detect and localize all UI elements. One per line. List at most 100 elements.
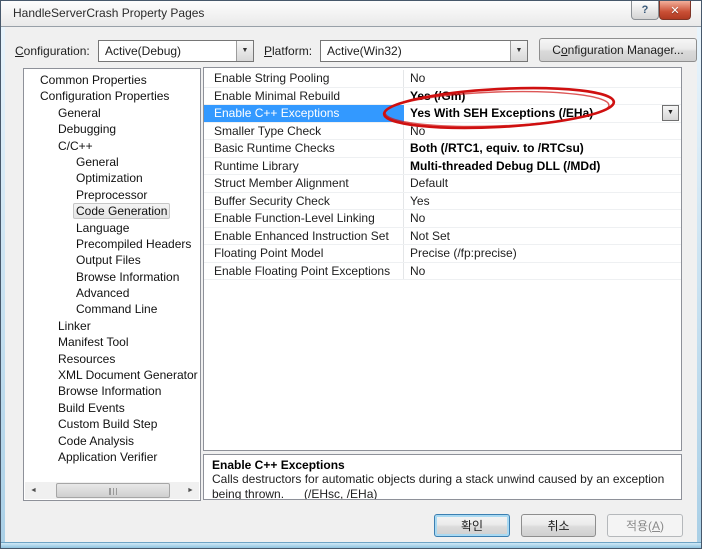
- platform-dropdown[interactable]: Active(Win32) ▼: [320, 40, 528, 62]
- property-value-text: Default: [410, 176, 448, 190]
- property-value[interactable]: Not Set: [404, 228, 681, 245]
- property-row[interactable]: Enable String PoolingNo: [204, 70, 681, 88]
- property-value[interactable]: No: [404, 263, 681, 280]
- apply-button[interactable]: 적용(A): [607, 514, 683, 537]
- property-value[interactable]: No: [404, 210, 681, 227]
- tree-item[interactable]: XML Document Generator: [24, 367, 200, 383]
- scroll-left-icon[interactable]: ◄: [25, 482, 42, 499]
- tree-item[interactable]: Custom Build Step: [24, 416, 200, 432]
- property-value-text: Yes With SEH Exceptions (/EHa): [410, 106, 593, 120]
- scrollbar-thumb[interactable]: [56, 483, 170, 498]
- cancel-button[interactable]: 취소: [521, 514, 596, 537]
- property-value[interactable]: No: [404, 70, 681, 87]
- tree-item[interactable]: Build Events: [24, 400, 200, 416]
- property-row[interactable]: Enable C++ ExceptionsYes With SEH Except…: [204, 105, 681, 123]
- tree-item[interactable]: General: [24, 154, 200, 170]
- value-dropdown-button[interactable]: ▼: [662, 105, 679, 121]
- property-value-text: Not Set: [410, 229, 450, 243]
- close-button[interactable]: ✕: [659, 1, 691, 20]
- ok-button[interactable]: 확인: [434, 514, 510, 537]
- configuration-dropdown[interactable]: Active(Debug) ▼: [98, 40, 254, 62]
- tree-item-label: Application Verifier: [58, 450, 157, 464]
- property-value[interactable]: Precise (/fp:precise): [404, 245, 681, 262]
- property-row[interactable]: Enable Floating Point Exceptions No: [204, 263, 681, 281]
- configuration-dropdown-value: Active(Debug): [105, 44, 181, 58]
- property-value-text: No: [410, 264, 425, 278]
- tree-item-label: C/C++: [58, 139, 93, 153]
- tree-item-label: Configuration Properties: [40, 89, 169, 103]
- property-name[interactable]: Smaller Type Check: [204, 123, 404, 140]
- property-row[interactable]: Enable Function-Level Linking No: [204, 210, 681, 228]
- property-row[interactable]: Basic Runtime ChecksBoth (/RTC1, equiv. …: [204, 140, 681, 158]
- property-name[interactable]: Enable Function-Level Linking: [204, 210, 404, 227]
- tree-item[interactable]: Output Files: [24, 252, 200, 268]
- property-name[interactable]: Basic Runtime Checks: [204, 140, 404, 157]
- tree-item[interactable]: C/C++: [24, 138, 200, 154]
- property-name[interactable]: Struct Member Alignment: [204, 175, 404, 192]
- title-bar[interactable]: HandleServerCrash Property Pages ? ✕: [1, 1, 701, 27]
- tree-item[interactable]: Common Properties: [24, 72, 200, 88]
- tree-item[interactable]: Code Generation: [24, 203, 200, 219]
- property-value[interactable]: Yes With SEH Exceptions (/EHa) ▼: [404, 105, 681, 122]
- property-value[interactable]: Multi-threaded Debug DLL (/MDd): [404, 158, 681, 175]
- tree-item[interactable]: Browse Information: [24, 269, 200, 285]
- property-value-text: No: [410, 211, 425, 225]
- tree-item[interactable]: General: [24, 105, 200, 121]
- tree-item[interactable]: Precompiled Headers: [24, 236, 200, 252]
- tree-item-label: Code Analysis: [58, 434, 134, 448]
- tree-item[interactable]: Preprocessor: [24, 187, 200, 203]
- property-name[interactable]: Enable Floating Point Exceptions: [204, 263, 404, 280]
- tree-item-label: Preprocessor: [76, 188, 147, 202]
- tree-item[interactable]: Configuration Properties: [24, 88, 200, 104]
- tree-item[interactable]: Linker: [24, 318, 200, 334]
- property-name[interactable]: Enable String Pooling: [204, 70, 404, 87]
- property-row[interactable]: Runtime LibraryMulti-threaded Debug DLL …: [204, 158, 681, 176]
- property-row[interactable]: Floating Point ModelPrecise (/fp:precise…: [204, 245, 681, 263]
- property-row[interactable]: Struct Member Alignment Default: [204, 175, 681, 193]
- chevron-down-icon[interactable]: ▼: [236, 41, 253, 61]
- property-name[interactable]: Runtime Library: [204, 158, 404, 175]
- property-value[interactable]: Both (/RTC1, equiv. to /RTCsu): [404, 140, 681, 157]
- tree-item[interactable]: Application Verifier: [24, 449, 200, 465]
- property-value[interactable]: Yes (/Gm): [404, 88, 681, 105]
- tree-item-label: Build Events: [58, 401, 125, 415]
- window-frame-bottom: [1, 542, 701, 548]
- property-row[interactable]: Enable Minimal RebuildYes (/Gm): [204, 88, 681, 106]
- tree-item[interactable]: Command Line: [24, 301, 200, 317]
- tree-item[interactable]: Code Analysis: [24, 433, 200, 449]
- property-value[interactable]: Yes: [404, 193, 681, 210]
- tree-item-label: Manifest Tool: [58, 335, 128, 349]
- tree-item[interactable]: Browse Information: [24, 383, 200, 399]
- tree-item[interactable]: Manifest Tool: [24, 334, 200, 350]
- property-name[interactable]: Floating Point Model: [204, 245, 404, 262]
- description-title: Enable C++ Exceptions: [212, 458, 673, 472]
- description-panel: Enable C++ Exceptions Calls destructors …: [203, 454, 682, 500]
- help-button[interactable]: ?: [631, 1, 659, 20]
- tree-item[interactable]: Resources: [24, 351, 200, 367]
- property-row[interactable]: Smaller Type CheckNo: [204, 123, 681, 141]
- property-name[interactable]: Enable C++ Exceptions: [204, 105, 404, 122]
- tree-panel-items: Common Properties Configuration Propertie…: [24, 72, 200, 465]
- tree-item-label: Command Line: [76, 302, 157, 316]
- window-frame-left: [1, 27, 5, 548]
- tree-horizontal-scrollbar[interactable]: ◄ ►: [25, 482, 199, 499]
- tree-item[interactable]: Advanced: [24, 285, 200, 301]
- property-value[interactable]: Default: [404, 175, 681, 192]
- tree-item[interactable]: Language: [24, 220, 200, 236]
- scroll-right-icon[interactable]: ►: [182, 482, 199, 499]
- chevron-down-icon[interactable]: ▼: [510, 41, 527, 61]
- property-name[interactable]: Enable Minimal Rebuild: [204, 88, 404, 105]
- tree-item-label: Language: [76, 221, 129, 235]
- property-name[interactable]: Enable Enhanced Instruction Set: [204, 228, 404, 245]
- tree-item-label: XML Document Generator: [58, 368, 198, 382]
- tree-item[interactable]: Optimization: [24, 170, 200, 186]
- tree-item-label: Browse Information: [76, 270, 179, 284]
- property-name[interactable]: Buffer Security Check: [204, 193, 404, 210]
- property-value[interactable]: No: [404, 123, 681, 140]
- tree-item-label: Common Properties: [40, 73, 147, 87]
- tree-item[interactable]: Debugging: [24, 121, 200, 137]
- property-row[interactable]: Buffer Security CheckYes: [204, 193, 681, 211]
- property-row[interactable]: Enable Enhanced Instruction Set Not Set: [204, 228, 681, 246]
- platform-label: Platform:: [264, 44, 312, 58]
- configuration-manager-button[interactable]: Configuration Manager...: [539, 38, 697, 62]
